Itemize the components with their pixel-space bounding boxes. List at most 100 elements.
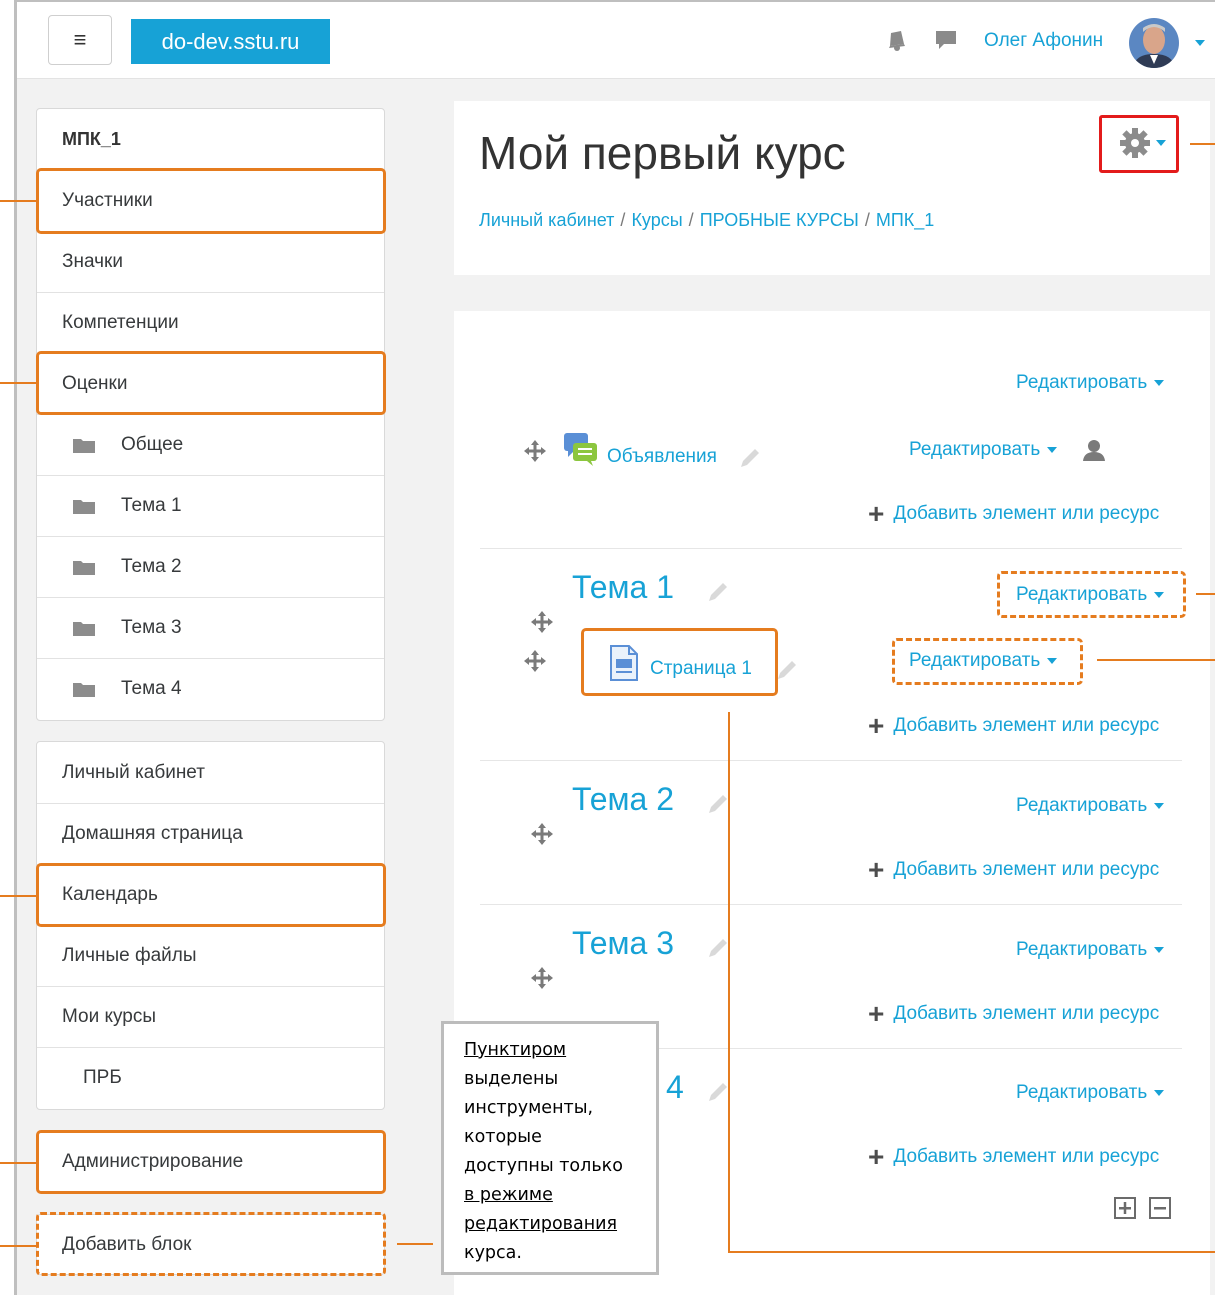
note-line: которые bbox=[464, 1127, 542, 1147]
edit-menu-section-3[interactable]: Редактировать bbox=[1016, 939, 1165, 961]
move-icon[interactable] bbox=[531, 611, 553, 633]
folder-icon bbox=[73, 683, 95, 697]
folder-icon bbox=[73, 500, 95, 514]
nav-item-label: Тема 2 bbox=[121, 556, 182, 577]
nav-item-competencies[interactable]: Компетенции bbox=[37, 292, 384, 353]
nav-item-label: Добавить блок bbox=[62, 1233, 192, 1255]
nav-item-topic-1[interactable]: Тема 1 bbox=[37, 475, 384, 536]
edit-menu-section-1[interactable]: Редактировать bbox=[1016, 584, 1165, 606]
nav-item-label: Тема 3 bbox=[121, 617, 182, 638]
breadcrumb-item[interactable]: МПК_1 bbox=[876, 210, 934, 230]
add-activity-section-1[interactable]: + Добавить элемент или ресурс bbox=[868, 712, 1159, 740]
folder-icon bbox=[73, 622, 95, 636]
user-name[interactable]: Олег Афонин bbox=[984, 30, 1103, 52]
edit-menu-general-section[interactable]: Редактировать bbox=[1016, 372, 1165, 394]
caret-down-icon bbox=[1154, 379, 1165, 386]
nav-item-label: Участники bbox=[62, 190, 153, 211]
nav-item-home[interactable]: Домашняя страница bbox=[37, 803, 384, 864]
pencil-icon[interactable] bbox=[706, 580, 730, 604]
section-title-1[interactable]: Тема 1 bbox=[572, 569, 674, 606]
user-avatar[interactable] bbox=[1129, 18, 1179, 68]
nav-item-calendar[interactable]: Календарь bbox=[37, 864, 384, 925]
edit-menu-announcements[interactable]: Редактировать bbox=[909, 439, 1058, 461]
section-title-3[interactable]: Тема 3 bbox=[572, 925, 674, 962]
note-line: доступны только bbox=[464, 1156, 623, 1176]
breadcrumb-item[interactable]: Личный кабинет bbox=[479, 210, 614, 230]
move-icon[interactable] bbox=[531, 967, 553, 989]
nav-item-label: Личные файлы bbox=[62, 945, 197, 966]
nav-item-topic-2[interactable]: Тема 2 bbox=[37, 536, 384, 597]
forum-icon bbox=[564, 433, 597, 466]
administration-block[interactable]: Администрирование bbox=[36, 1131, 385, 1192]
nav-item-private-files[interactable]: Личные файлы bbox=[37, 925, 384, 986]
nav-item-course-prb[interactable]: ПРБ bbox=[37, 1047, 384, 1108]
move-icon[interactable] bbox=[524, 440, 546, 462]
edit-label: Редактировать bbox=[1016, 584, 1148, 605]
note-line: в режиме bbox=[464, 1185, 553, 1205]
edit-menu-section-2[interactable]: Редактировать bbox=[1016, 795, 1165, 817]
user-group-icon[interactable] bbox=[1083, 439, 1105, 461]
nav-item-badges[interactable]: Значки bbox=[37, 231, 384, 292]
user-menu-caret-icon[interactable] bbox=[1195, 40, 1205, 46]
add-block-link[interactable]: Добавить блок bbox=[37, 1215, 384, 1274]
activity-announcements-link[interactable]: Объявления bbox=[607, 446, 717, 468]
leader-line bbox=[0, 1162, 36, 1164]
add-activity-section-3[interactable]: + Добавить элемент или ресурс bbox=[868, 1000, 1159, 1028]
caret-down-icon bbox=[1154, 946, 1165, 953]
pencil-icon[interactable] bbox=[706, 936, 730, 960]
pencil-icon[interactable] bbox=[706, 1080, 730, 1104]
caret-down-icon bbox=[1154, 591, 1165, 598]
folder-icon bbox=[73, 439, 95, 453]
note-line: Пунктиром bbox=[464, 1040, 567, 1060]
caret-down-icon bbox=[1156, 140, 1166, 146]
leader-line bbox=[0, 895, 36, 897]
section-title-2[interactable]: Тема 2 bbox=[572, 781, 674, 818]
leader-line bbox=[1097, 659, 1215, 661]
breadcrumb-item[interactable]: Курсы bbox=[631, 210, 682, 230]
nav-item-label: Администрирование bbox=[62, 1150, 244, 1172]
nav-item-topic-3[interactable]: Тема 3 bbox=[37, 597, 384, 658]
remove-section-icon[interactable] bbox=[1149, 1197, 1171, 1219]
add-block-panel[interactable]: Добавить блок bbox=[36, 1214, 385, 1275]
add-section-icon[interactable] bbox=[1114, 1197, 1136, 1219]
course-navigation-block: МПК_1 Участники Значки Компетенции Оценк… bbox=[36, 108, 385, 721]
nav-item-participants[interactable]: Участники bbox=[37, 170, 384, 231]
move-icon[interactable] bbox=[524, 650, 546, 672]
note-line: курса. bbox=[464, 1243, 522, 1263]
breadcrumb-separator: / bbox=[864, 210, 870, 230]
nav-drawer-toggle[interactable]: ≡ bbox=[48, 15, 112, 65]
move-icon[interactable] bbox=[531, 823, 553, 845]
nav-item-my-courses[interactable]: Мои курсы bbox=[37, 986, 384, 1047]
section-divider bbox=[480, 904, 1182, 905]
pencil-icon[interactable] bbox=[738, 446, 762, 470]
edit-menu-page-1[interactable]: Редактировать bbox=[909, 650, 1058, 672]
page-resource-icon bbox=[610, 645, 638, 681]
nav-item-general[interactable]: Общее bbox=[37, 414, 384, 475]
bell-icon[interactable] bbox=[883, 27, 909, 53]
leader-line bbox=[1196, 593, 1215, 595]
site-name-link[interactable]: do-dev.sstu.ru bbox=[131, 19, 330, 64]
nav-item-dashboard[interactable]: Личный кабинет bbox=[37, 742, 384, 803]
add-activity-section-2[interactable]: + Добавить элемент или ресурс bbox=[868, 856, 1159, 884]
edit-menu-section-4[interactable]: Редактировать bbox=[1016, 1082, 1165, 1104]
breadcrumb-item[interactable]: ПРОБНЫЕ КУРСЫ bbox=[700, 210, 859, 230]
caret-down-icon bbox=[1047, 657, 1058, 664]
comment-icon[interactable] bbox=[933, 27, 959, 53]
add-activity-section-4[interactable]: + Добавить элемент или ресурс bbox=[868, 1143, 1159, 1171]
leader-line bbox=[728, 1251, 1215, 1253]
add-activity-general[interactable]: + Добавить элемент или ресурс bbox=[868, 500, 1159, 528]
course-short-name: МПК_1 bbox=[62, 129, 121, 149]
course-settings-menu[interactable] bbox=[1109, 121, 1174, 165]
section-title-4[interactable]: 4 bbox=[666, 1069, 684, 1106]
caret-down-icon bbox=[1047, 446, 1058, 453]
pencil-icon[interactable] bbox=[775, 658, 799, 682]
nav-item-grades[interactable]: Оценки bbox=[37, 353, 384, 414]
pencil-icon[interactable] bbox=[706, 792, 730, 816]
leader-line bbox=[0, 382, 36, 384]
annotation-note: Пунктиром выделены инструменты, которые … bbox=[441, 1021, 659, 1275]
activity-page-1-link[interactable]: Страница 1 bbox=[650, 658, 752, 680]
nav-item-topic-4[interactable]: Тема 4 bbox=[37, 658, 384, 719]
edit-label: Редактировать bbox=[909, 439, 1041, 460]
leader-line bbox=[0, 1245, 36, 1247]
nav-item-administration[interactable]: Администрирование bbox=[37, 1132, 384, 1191]
